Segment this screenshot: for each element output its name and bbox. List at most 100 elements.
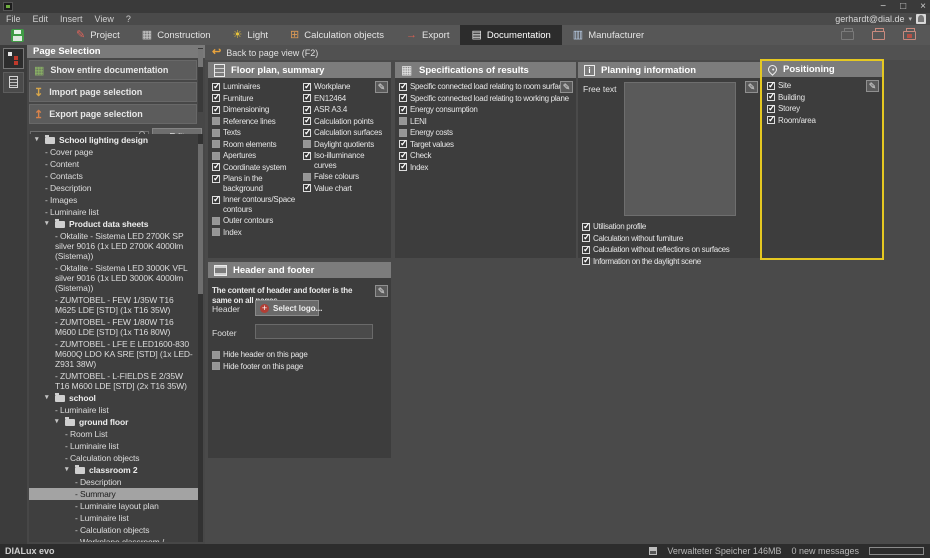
tree-item[interactable]: ZUMTOBEL - LFE E LED1600-830 M600Q LDO K… — [29, 338, 203, 370]
checkbox-item[interactable]: Specific connected load relating to room… — [399, 82, 558, 92]
show-entire-documentation-button[interactable]: Show entire documentation — [29, 60, 197, 80]
select-logo-button[interactable]: + Select logo... — [255, 300, 319, 316]
checkbox[interactable] — [303, 184, 311, 192]
sidebar-buttons-scrollbar[interactable] — [198, 48, 203, 112]
tab-project[interactable]: Project — [65, 25, 131, 45]
checkbox[interactable] — [212, 196, 220, 204]
edit-panel-button[interactable] — [375, 81, 388, 93]
checkbox-item[interactable]: Information on the daylight scene — [582, 257, 757, 267]
tree-item[interactable]: Luminaire list — [29, 404, 203, 416]
checkbox-item[interactable]: Outer contours — [212, 216, 301, 226]
checkbox-item[interactable]: Daylight quotients — [303, 140, 387, 150]
tree-item[interactable]: Room List — [29, 428, 203, 440]
checkbox-item[interactable]: Calculation surfaces — [303, 128, 387, 138]
checkbox[interactable] — [212, 362, 220, 370]
checkbox-item[interactable]: Hide header on this page — [212, 350, 387, 360]
save-button[interactable] — [3, 25, 31, 45]
tab-calculation-objects[interactable]: Calculation objects — [279, 25, 395, 45]
tree-item[interactable]: Summary — [29, 488, 203, 500]
checkbox-item[interactable]: Iso-illuminance curves — [303, 151, 387, 170]
checkbox[interactable] — [212, 83, 220, 91]
checkbox[interactable] — [767, 116, 775, 124]
tab-manufacturer[interactable]: Manufacturer — [562, 25, 655, 45]
checkbox[interactable] — [399, 83, 407, 91]
checkbox[interactable] — [399, 129, 407, 137]
checkbox-item[interactable]: LENI — [399, 117, 558, 127]
tree-item[interactable]: Calculation objects — [29, 524, 203, 536]
checkbox-item[interactable]: Site — [767, 81, 847, 91]
close-button[interactable]: × — [920, 0, 926, 13]
menu-edit[interactable]: Edit — [33, 14, 49, 24]
checkbox[interactable] — [582, 246, 590, 254]
print-documentation-icon[interactable] — [872, 31, 885, 40]
checkbox[interactable] — [212, 152, 220, 160]
tree-item[interactable]: Cover page — [29, 146, 203, 158]
tree-item[interactable]: Luminaire list — [29, 440, 203, 452]
checkbox[interactable] — [212, 228, 220, 236]
checkbox-item[interactable]: Coordinate system — [212, 163, 301, 173]
checkbox[interactable] — [303, 117, 311, 125]
tab-export[interactable]: Export — [395, 25, 460, 45]
expander-icon[interactable]: ▾ — [55, 417, 63, 427]
checkbox-item[interactable]: Building — [767, 93, 847, 103]
expander-icon[interactable]: ▾ — [65, 465, 73, 475]
minimize-button[interactable]: − — [880, 0, 886, 13]
checkbox-item[interactable]: Storey — [767, 104, 847, 114]
tree-item[interactable]: Description — [29, 182, 203, 194]
checkbox-item[interactable]: Inner contours/Space contours — [212, 195, 301, 214]
checkbox-item[interactable]: Room/area — [767, 116, 847, 126]
checkbox-item[interactable]: Plans in the background — [212, 174, 301, 193]
checkbox[interactable] — [582, 257, 590, 265]
checkbox[interactable] — [212, 129, 220, 137]
tab-light[interactable]: Light — [222, 25, 279, 45]
checkbox-item[interactable]: Room elements — [212, 140, 301, 150]
checkbox[interactable] — [303, 173, 311, 181]
checkbox[interactable] — [303, 129, 311, 137]
checkbox[interactable] — [212, 140, 220, 148]
checkbox-item[interactable]: Furniture — [212, 94, 301, 104]
checkbox-item[interactable]: EN12464 — [303, 94, 387, 104]
tree-item[interactable]: Luminaire list — [29, 206, 203, 218]
maximize-button[interactable]: □ — [900, 0, 906, 13]
checkbox[interactable] — [399, 152, 407, 160]
checkbox[interactable] — [399, 94, 407, 102]
checkbox[interactable] — [303, 94, 311, 102]
checkbox[interactable] — [582, 234, 590, 242]
documentation-tree-button[interactable] — [3, 48, 24, 69]
tree-item[interactable]: ZUMTOBEL - FEW 1/35W T16 M625 LDE [STD] … — [29, 294, 203, 316]
tab-construction[interactable]: Construction — [131, 25, 222, 45]
import-page-selection-button[interactable]: Import page selection — [29, 82, 197, 102]
checkbox-item[interactable]: Apertures — [212, 151, 301, 161]
edit-panel-button[interactable] — [375, 285, 388, 297]
checkbox[interactable] — [303, 140, 311, 148]
checkbox[interactable] — [303, 83, 311, 91]
export-pdf-icon[interactable] — [903, 31, 916, 40]
tree-item[interactable]: Content — [29, 158, 203, 170]
checkbox[interactable] — [767, 105, 775, 113]
back-to-page-view-button[interactable]: Back to page view (F2) — [205, 45, 930, 60]
user-account-area[interactable]: gerhardt@dial.de ▾ — [835, 14, 930, 24]
checkbox-item[interactable]: ASR A3.4 — [303, 105, 387, 115]
tab-documentation[interactable]: Documentation — [460, 25, 561, 45]
checkbox[interactable] — [303, 152, 311, 160]
edit-panel-button[interactable] — [866, 80, 879, 92]
checkbox-item[interactable]: Value chart — [303, 184, 387, 194]
checkbox-item[interactable]: Calculation points — [303, 117, 387, 127]
checkbox[interactable] — [767, 82, 775, 90]
checkbox[interactable] — [212, 94, 220, 102]
tree-folder[interactable]: ▾ground floor — [29, 416, 203, 428]
tree-item[interactable]: Oktalite - Sistema LED 3000K VFL silver … — [29, 262, 203, 294]
checkbox-item[interactable]: Index — [212, 228, 301, 238]
checkbox[interactable] — [303, 106, 311, 114]
export-page-selection-button[interactable]: Export page selection — [29, 104, 197, 124]
menu-insert[interactable]: Insert — [60, 14, 83, 24]
checkbox-item[interactable]: Utilisation profile — [582, 222, 757, 232]
free-text-input[interactable] — [624, 82, 736, 216]
tree-folder[interactable]: ▾School lighting design — [29, 134, 203, 146]
checkbox[interactable] — [212, 175, 220, 183]
checkbox-item[interactable]: Index — [399, 163, 558, 173]
tree-item[interactable]: Luminaire list — [29, 512, 203, 524]
checkbox-item[interactable]: Target values — [399, 140, 558, 150]
checkbox-item[interactable]: Luminaires — [212, 82, 301, 92]
tree-item[interactable]: Images — [29, 194, 203, 206]
